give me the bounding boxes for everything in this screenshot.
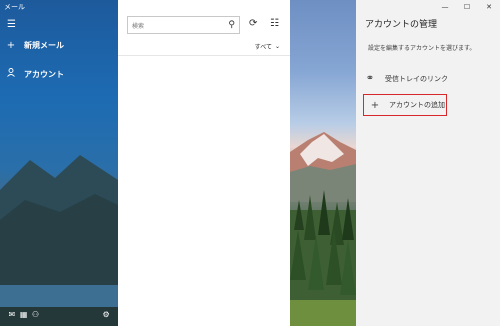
forest-image: [290, 190, 356, 326]
link-inboxes-button[interactable]: ⚭ 受信トレイのリンク: [365, 73, 448, 84]
mail-icon[interactable]: ✉: [6, 310, 18, 319]
minimize-button[interactable]: —: [434, 0, 456, 14]
plus-icon: +: [370, 99, 380, 111]
hamburger-icon[interactable]: ☰: [7, 19, 16, 30]
add-account-label: アカウントの追加: [389, 101, 445, 109]
panel-title: アカウントの管理: [365, 20, 438, 30]
filter-dropdown[interactable]: すべて ⌄: [255, 42, 280, 51]
app-title: メール: [4, 3, 25, 11]
link-icon: ⚭: [365, 73, 375, 84]
accounts-label: アカウント: [24, 69, 64, 79]
person-icon: [6, 68, 16, 80]
search-placeholder: 検索: [132, 22, 145, 30]
add-account-button[interactable]: + アカウントの追加: [363, 94, 447, 116]
calendar-icon[interactable]: ▦: [18, 310, 30, 319]
title-bar: メール — ☐ ✕: [0, 0, 500, 14]
maximize-button[interactable]: ☐: [456, 0, 478, 14]
new-mail-button[interactable]: + 新規メール: [6, 40, 64, 51]
settings-icon[interactable]: ⚙: [100, 310, 112, 319]
plus-icon: +: [6, 40, 16, 51]
panel-description: 設定を編集するアカウントを選びます。: [368, 45, 476, 52]
navigation-pane: ☰ + 新規メール アカウント ✉ ▦ ⚇ ⚙: [0, 0, 118, 326]
filter-label: すべて: [254, 44, 272, 51]
nav-bottom-bar: ✉ ▦ ⚇ ⚙: [0, 308, 118, 320]
search-input[interactable]: 検索 ⚲: [127, 16, 240, 34]
link-inboxes-label: 受信トレイのリンク: [385, 74, 448, 83]
manage-accounts-panel: アカウントの管理 設定を編集するアカウントを選びます。 ⚭ 受信トレイのリンク: [356, 0, 500, 326]
window-controls: — ☐ ✕: [434, 0, 500, 14]
selection-mode-icon[interactable]: ☷: [270, 18, 279, 29]
search-icon[interactable]: ⚲: [228, 20, 235, 30]
people-icon[interactable]: ⚇: [30, 310, 42, 319]
accounts-button[interactable]: アカウント: [6, 68, 64, 80]
chevron-down-icon: ⌄: [274, 43, 280, 50]
nav-background-image: [0, 155, 118, 326]
divider: [118, 55, 290, 56]
new-mail-label: 新規メール: [24, 41, 64, 50]
sync-icon[interactable]: ⟳: [249, 18, 257, 29]
message-list-pane: 検索 ⚲ ⟳ ☷ すべて ⌄: [118, 0, 290, 326]
background-landscape: [290, 0, 356, 326]
close-button[interactable]: ✕: [478, 0, 500, 14]
